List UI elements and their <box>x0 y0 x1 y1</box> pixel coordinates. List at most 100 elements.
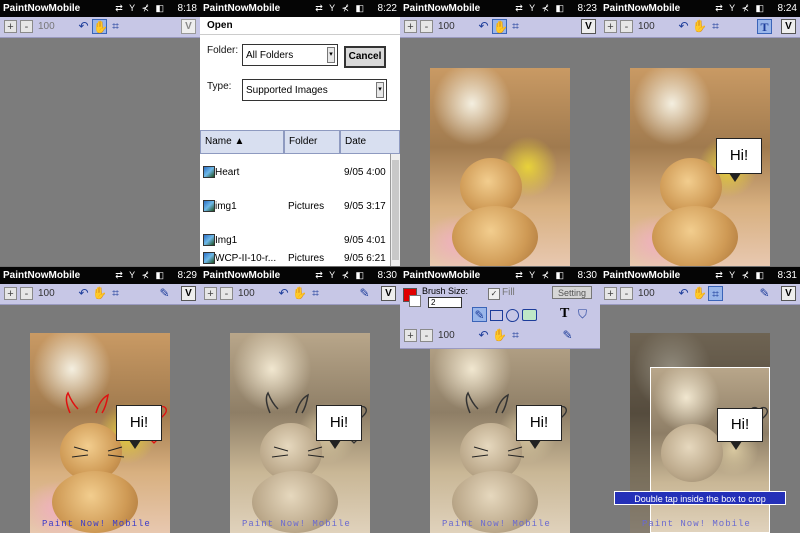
app-title: PaintNowMobile <box>403 270 481 281</box>
view-button[interactable]: V <box>781 286 796 301</box>
photo-canvas[interactable]: Hi! <box>630 68 770 266</box>
pen-icon[interactable]: ✎ <box>157 286 172 301</box>
undo-icon[interactable]: ↶ <box>476 328 491 343</box>
hand-icon[interactable]: ✋ <box>692 19 707 34</box>
zoom-in-button[interactable]: + <box>4 287 17 300</box>
zoom-out-button[interactable]: - <box>620 287 633 300</box>
zoom-in-button[interactable]: + <box>404 20 417 33</box>
secondary-color-swatch[interactable] <box>409 295 421 307</box>
zoom-in-button[interactable]: + <box>604 287 617 300</box>
pen-icon[interactable]: ✎ <box>757 286 772 301</box>
crop-icon[interactable]: ⌗ <box>708 286 723 301</box>
brush-size-label: Brush Size: <box>422 286 469 296</box>
file-row[interactable]: Heart 9/05 4:00 <box>200 156 400 190</box>
crop-icon[interactable]: ⌗ <box>108 19 123 34</box>
speech-bubble[interactable]: Hi! <box>516 405 562 449</box>
status-icons: ⇄ Y ⊀ ◧ <box>515 270 566 280</box>
undo-icon[interactable]: ↶ <box>476 19 491 34</box>
hand-icon[interactable]: ✋ <box>92 286 107 301</box>
speech-bubble[interactable]: Hi! <box>716 138 762 182</box>
clock: 8:22 <box>377 3 397 14</box>
cancel-button[interactable]: Cancel <box>344 46 386 68</box>
status-icons: ⇄ Y ⊀ ◧ <box>715 270 766 280</box>
photo-canvas[interactable]: Hi! <box>430 333 570 533</box>
type-select[interactable]: Supported Images ▾ <box>242 79 387 101</box>
zoom-out-button[interactable]: - <box>420 20 433 33</box>
zoom-in-button[interactable]: + <box>4 20 17 33</box>
pen-icon[interactable]: ✎ <box>560 328 575 343</box>
undo-icon[interactable]: ↶ <box>76 19 91 34</box>
photo-canvas[interactable]: Hi! <box>230 333 370 533</box>
crop-icon[interactable]: ⌗ <box>108 286 123 301</box>
text-tool-icon[interactable]: T <box>757 19 772 34</box>
zoom-level: 100 <box>38 288 55 299</box>
column-header-name[interactable]: Name ▲ <box>200 130 284 154</box>
clock: 8:18 <box>177 3 197 14</box>
hand-icon[interactable]: ✋ <box>492 19 508 34</box>
view-button[interactable]: V <box>781 19 796 34</box>
fill-checkbox[interactable]: ✓ <box>488 288 500 300</box>
stamp-icon[interactable]: ⛉ <box>578 307 592 321</box>
photo-canvas[interactable] <box>430 68 570 266</box>
title-bar: PaintNowMobile ⇄ Y ⊀ ◧ 8:30 <box>200 267 400 284</box>
zoom-in-button[interactable]: + <box>404 329 417 342</box>
clock: 8:31 <box>777 270 797 281</box>
view-button[interactable]: V <box>581 19 596 34</box>
file-row[interactable]: WCP-II-10-r... Pictures 9/05 6:21 <box>200 240 400 266</box>
undo-icon[interactable]: ↶ <box>676 19 691 34</box>
brush-settings-panel: Brush Size: 2 ✓ Fill Setting ✎ T ⛉ + - 1… <box>400 284 600 349</box>
screen-4: PaintNowMobile ⇄ Y ⊀ ◧ 8:24 + - 100 ↶ ✋ … <box>600 0 800 266</box>
chevron-down-icon: ▾ <box>327 47 335 63</box>
zoom-out-button[interactable]: - <box>20 20 33 33</box>
view-button[interactable]: V <box>381 286 396 301</box>
undo-icon[interactable]: ↶ <box>76 286 91 301</box>
teddy-bear-body <box>652 206 738 266</box>
zoom-out-button[interactable]: - <box>420 329 433 342</box>
hand-icon[interactable]: ✋ <box>92 19 108 34</box>
hand-icon[interactable]: ✋ <box>692 286 707 301</box>
rectangle-tool-icon[interactable] <box>490 310 503 321</box>
hand-icon[interactable]: ✋ <box>492 328 507 343</box>
zoom-in-button[interactable]: + <box>204 287 217 300</box>
crop-icon[interactable]: ⌗ <box>708 19 723 34</box>
crop-box[interactable]: Hi! <box>650 367 770 533</box>
app-title: PaintNowMobile <box>603 270 681 281</box>
view-button[interactable]: V <box>181 286 196 301</box>
brush-size-stepper[interactable]: 2 <box>428 297 462 308</box>
toolbar: + - 100 ↶ ✋ ⌗ ✎ V <box>600 284 800 305</box>
view-button[interactable]: V <box>181 19 196 34</box>
crop-icon[interactable]: ⌗ <box>508 328 523 343</box>
zoom-in-button[interactable]: + <box>604 20 617 33</box>
pen-icon[interactable]: ✎ <box>357 286 372 301</box>
title-bar: PaintNowMobile ⇄ Y ⊀ ◧ 8:23 <box>400 0 600 17</box>
zoom-out-button[interactable]: - <box>620 20 633 33</box>
ellipse-tool-icon[interactable] <box>506 309 519 322</box>
crop-icon[interactable]: ⌗ <box>508 19 523 34</box>
file-row[interactable]: img1 Pictures 9/05 3:17 <box>200 190 400 224</box>
text-tool-icon[interactable]: T <box>560 306 569 322</box>
crop-icon[interactable]: ⌗ <box>308 286 323 301</box>
zoom-out-button[interactable]: - <box>20 287 33 300</box>
photo-canvas[interactable]: Hi! <box>30 333 170 533</box>
undo-icon[interactable]: ↶ <box>276 286 291 301</box>
scrollbar[interactable] <box>390 154 400 266</box>
clock: 8:30 <box>577 270 597 281</box>
scrollbar-thumb[interactable] <box>392 160 399 260</box>
speech-bubble[interactable]: Hi! <box>116 405 162 449</box>
hand-icon[interactable]: ✋ <box>292 286 307 301</box>
setting-button[interactable]: Setting <box>552 286 592 299</box>
callout-tool-icon[interactable] <box>522 309 537 321</box>
speech-bubble[interactable]: Hi! <box>316 405 362 449</box>
zoom-out-button[interactable]: - <box>220 287 233 300</box>
column-header-folder[interactable]: Folder <box>284 130 340 154</box>
folder-select[interactable]: All Folders ▾ <box>242 44 338 66</box>
status-icons: ⇄ Y ⊀ ◧ <box>115 3 166 13</box>
column-header-date[interactable]: Date <box>340 130 400 154</box>
title-bar: PaintNowMobile ⇄ Y ⊀ ◧ 8:29 <box>0 267 200 284</box>
folder-label: Folder: <box>207 45 239 56</box>
pen-icon[interactable]: ✎ <box>472 307 487 322</box>
file-name: Heart <box>215 167 240 178</box>
zoom-level: 100 <box>638 288 655 299</box>
clock: 8:23 <box>577 3 597 14</box>
undo-icon[interactable]: ↶ <box>676 286 691 301</box>
